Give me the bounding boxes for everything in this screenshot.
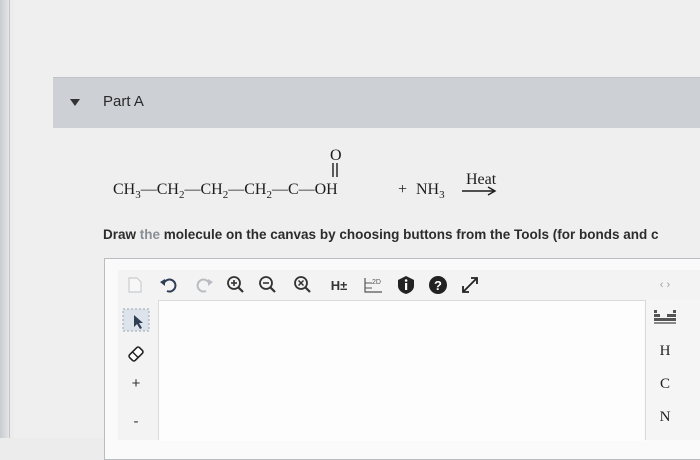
zoom-out-icon[interactable]	[258, 275, 278, 295]
instructions-text: Draw the molecule on the canvas by choos…	[103, 227, 659, 242]
ammonia: NH3	[416, 181, 445, 201]
clean-2d-icon[interactable]: 2D	[362, 275, 384, 295]
drawing-canvas[interactable]	[159, 301, 644, 441]
help-icon[interactable]: ?	[428, 275, 448, 295]
reaction-equation: O CH3—CH2—CH2—CH2—C—OH + NH3 Heat	[113, 147, 497, 201]
zoom-in-icon[interactable]	[226, 275, 246, 295]
redo-icon[interactable]	[195, 276, 215, 294]
fullscreen-icon[interactable]	[460, 275, 480, 295]
periodic-table-icon[interactable]	[652, 306, 678, 328]
toggle-hydrogens-button[interactable]: H±	[326, 276, 352, 294]
element-hydrogen-button[interactable]: H	[653, 343, 677, 360]
increase-charge-button[interactable]: +	[128, 374, 144, 392]
plus-sign: +	[398, 181, 407, 198]
eraser-icon[interactable]	[124, 342, 148, 366]
arrow-label: Heat	[466, 171, 497, 188]
svg-text:?: ?	[434, 278, 442, 293]
panel-arrows-icon[interactable]: ‹ ›	[652, 278, 678, 292]
element-carbon-button[interactable]: C	[653, 376, 677, 393]
carbonyl-oxygen: O	[330, 147, 342, 164]
reactant-chain: CH3—CH2—CH2—CH2—C—OH	[113, 181, 338, 201]
svg-text:2D: 2D	[372, 279, 381, 286]
zoom-fit-icon[interactable]	[293, 275, 313, 295]
info-icon[interactable]	[396, 275, 416, 295]
decrease-charge-button[interactable]: -	[128, 412, 144, 430]
new-document-icon[interactable]	[126, 276, 144, 294]
selection-tool-icon[interactable]	[120, 305, 152, 335]
undo-icon[interactable]	[158, 276, 178, 294]
element-nitrogen-button[interactable]: N	[653, 409, 677, 426]
